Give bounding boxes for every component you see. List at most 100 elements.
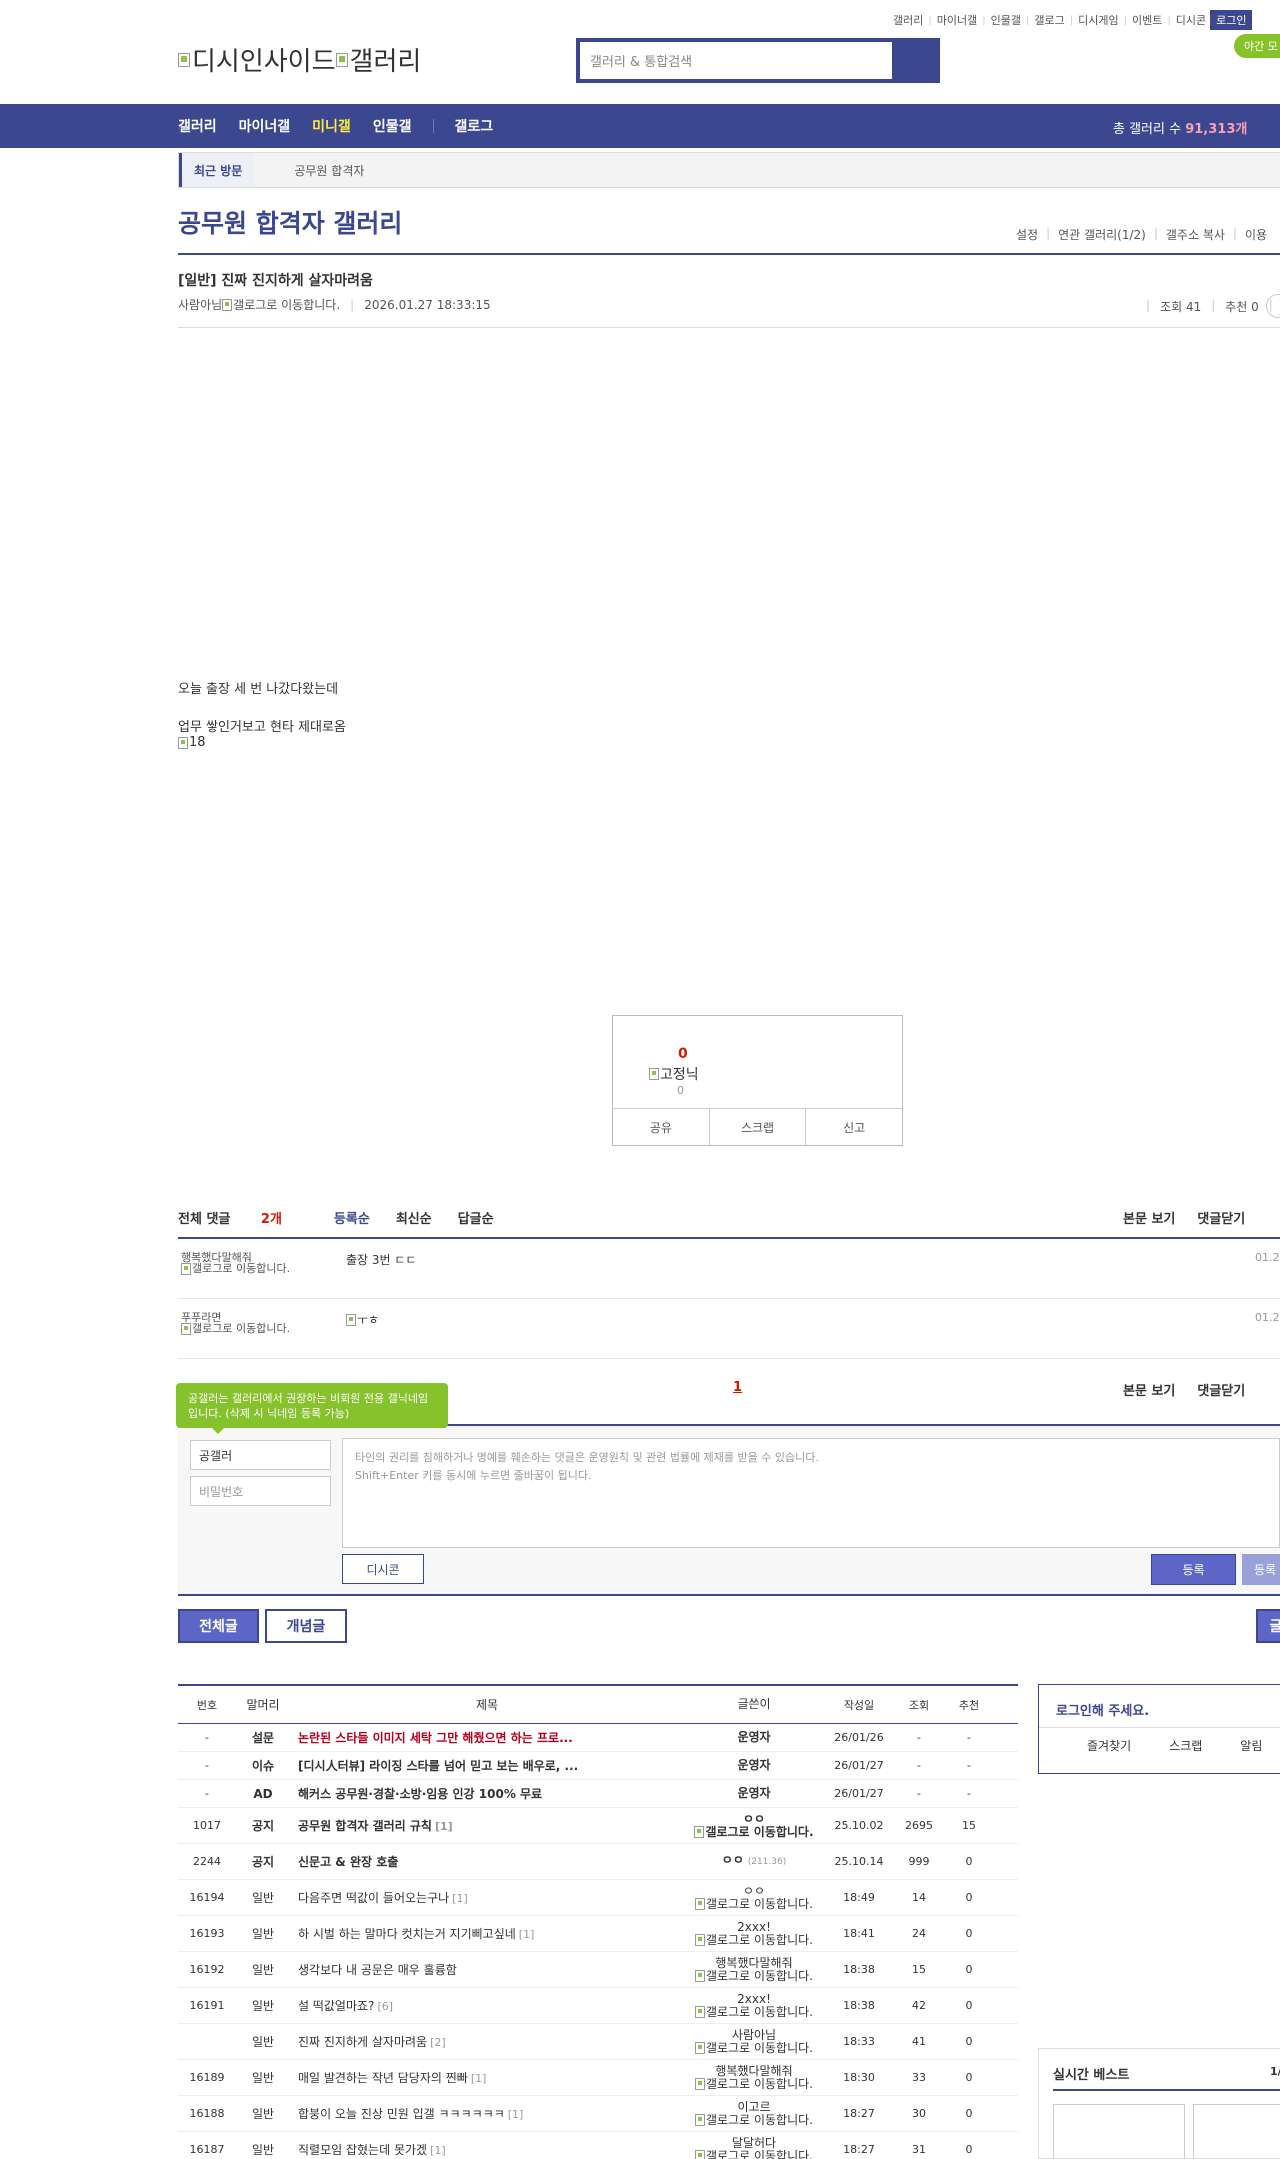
row-comment-count[interactable]: [1] <box>435 1820 453 1833</box>
sort-reply[interactable]: 답글순 <box>458 1208 494 1227</box>
nickname-field[interactable]: 공갤러 <box>190 1440 331 1470</box>
row-writer-gallog[interactable]: 갤로그로 이동합니다. <box>684 1897 824 1911</box>
nav-gallery[interactable]: 갤러리 <box>178 116 217 136</box>
login-button[interactable]: 로그인 <box>1210 10 1253 30</box>
gallery-title[interactable]: 공무원 합격자 갤러리 <box>178 204 402 240</box>
row-comment-count[interactable]: [1] <box>508 2108 524 2121</box>
row-writer[interactable]: ㅇㅇ 갤로그로 이동합니다. <box>684 1812 824 1839</box>
table-row[interactable]: 16193 일반 하 시벌 하는 말마다 컷치는거 지기삐고싶네 [1] 2xxx! 갤로… <box>178 1916 1018 1952</box>
sort-registered[interactable]: 등록순 <box>334 1208 370 1227</box>
row-writer-gallog[interactable]: 갤로그로 이동합니다. <box>684 1969 824 1983</box>
table-row[interactable]: 일반 진짜 진지하게 살자마려움 [2] 사람아님 갤로그로 이동합니다. 18:33 41… <box>178 2024 1018 2060</box>
row-writer[interactable]: 행복했다말해줘 갤로그로 이동합니다. <box>684 1956 824 1983</box>
nav-minor[interactable]: 마이너갤 <box>239 116 291 136</box>
search-button[interactable] <box>892 42 936 79</box>
row-writer-gallog[interactable]: 갤로그로 이동합니다. <box>684 1933 824 1947</box>
top-link-minor[interactable]: 마이너갤 <box>937 12 977 28</box>
scrap-button[interactable]: 스크랩 <box>710 1109 807 1145</box>
night-mode-button[interactable]: 야간 모 <box>1234 34 1280 58</box>
row-title[interactable]: 생각보다 내 공문은 매우 훌륭함 <box>290 1961 684 1978</box>
top-link-person[interactable]: 인물갤 <box>991 12 1021 28</box>
table-row[interactable]: - 설문 논란된 스타들 이미지 세탁 그만 해줬으면 하는 프로... 운영자 26/… <box>178 1724 1018 1752</box>
view-body-button-bottom[interactable]: 본문 보기 <box>1123 1380 1175 1399</box>
row-title[interactable]: 논란된 스타들 이미지 세탁 그만 해줬으면 하는 프로... <box>290 1729 684 1746</box>
tab-concept-posts[interactable]: 개념글 <box>265 1609 347 1643</box>
row-title[interactable]: 진짜 진지하게 살자마려움 [2] <box>290 2033 684 2050</box>
submit-comment-button[interactable]: 등록 <box>1151 1554 1236 1585</box>
share-button[interactable]: 공유 <box>613 1109 710 1145</box>
recent-visit-item[interactable]: 공무원 합격자 <box>294 162 364 179</box>
submit-reply-button[interactable]: 등록 <box>1242 1554 1280 1585</box>
row-writer[interactable]: 운영자 <box>684 1731 824 1744</box>
comment-textarea[interactable]: 타인의 권리를 침해하거나 명예를 훼손하는 댓글은 운영원칙 및 관련 법률에… <box>342 1438 1280 1548</box>
table-row[interactable]: 16187 일반 직렬모임 잡혔는데 못가겠 [1] 달달허다 갤로그로 이동합니다. 18… <box>178 2132 1018 2159</box>
password-field[interactable]: 비밀번호 <box>190 1476 331 1506</box>
table-row[interactable]: 2244 공지 신문고 & 완장 호출 ㅇㅇ (211.36) 25.10.14 999 0 <box>178 1844 1018 1880</box>
fixed-nick-recommend[interactable]: 고정닉 <box>649 1064 699 1084</box>
best-card[interactable] <box>1193 2104 1280 2159</box>
view-body-button[interactable]: 본문 보기 <box>1123 1208 1175 1227</box>
table-row[interactable]: 16194 일반 다음주면 떡값이 들어오는구나 [1] ㅇㅇ 갤로그로 이동합니다. 18… <box>178 1880 1018 1916</box>
row-title[interactable]: 합붕이 오늘 진상 민원 입갤 ㅋㅋㅋㅋㅋㅋ [1] <box>290 2105 684 2122</box>
comment-gallog[interactable]: 갤로그로 이동합니다. <box>181 1322 311 1335</box>
row-title[interactable]: 공무원 합격자 갤러리 규칙 [1] <box>290 1817 684 1834</box>
top-link-gallog[interactable]: 갤로그 <box>1034 12 1064 28</box>
gallery-usage[interactable]: 이용 <box>1245 226 1267 243</box>
comment-gallog[interactable]: 갤로그로 이동합니다. <box>181 1262 311 1275</box>
login-prompt[interactable]: 로그인해 주세요. <box>1056 1700 1149 1719</box>
gallog-icon[interactable] <box>222 298 233 311</box>
row-writer[interactable]: ㅇㅇ (211.36) <box>684 1854 824 1869</box>
close-comments-button-bottom[interactable]: 댓글닫기 <box>1197 1380 1245 1399</box>
top-link-game[interactable]: 디시게임 <box>1078 12 1118 28</box>
best-card[interactable] <box>1053 2104 1185 2159</box>
row-writer[interactable]: 운영자 <box>684 1759 824 1772</box>
row-writer[interactable]: 행복했다말해줘 갤로그로 이동합니다. <box>684 2064 824 2091</box>
table-row[interactable]: 16189 일반 매일 발견하는 작년 담당자의 찐빠 [1] 행복했다말해줘 갤로그로 … <box>178 2060 1018 2096</box>
favorites-link[interactable]: 즐겨찾기 <box>1087 1737 1131 1754</box>
nav-gallog[interactable]: 갤로그 <box>454 116 493 136</box>
row-writer-gallog[interactable]: 갤로그로 이동합니다. <box>684 2041 824 2055</box>
row-comment-count[interactable]: [1] <box>430 2144 446 2157</box>
row-title[interactable]: 신문고 & 완장 호출 <box>290 1853 684 1870</box>
row-comment-count[interactable]: [1] <box>519 1928 535 1941</box>
sort-latest[interactable]: 최신순 <box>396 1208 432 1227</box>
dccon-button[interactable]: 디시콘 <box>342 1554 424 1584</box>
row-writer[interactable]: 이고르 갤로그로 이동합니다. <box>684 2100 824 2127</box>
row-writer-gallog[interactable]: 갤로그로 이동합니다. <box>684 2113 824 2127</box>
row-writer[interactable]: 사람아님 갤로그로 이동합니다. <box>684 2028 824 2055</box>
row-writer[interactable]: 달달허다 갤로그로 이동합니다. <box>684 2136 824 2159</box>
comment-page-1[interactable]: 1 <box>733 1380 742 1395</box>
row-title[interactable]: 설 떡값얼마죠? [6] <box>290 1997 684 2014</box>
row-title[interactable]: 하 시벌 하는 말마다 컷치는거 지기삐고싶네 [1] <box>290 1925 684 1942</box>
top-link-gallery[interactable]: 갤러리 <box>893 12 923 28</box>
site-logo[interactable]: 디시인사이드 갤러리 <box>178 41 421 78</box>
row-writer-gallog[interactable]: 갤로그로 이동합니다. <box>684 2005 824 2019</box>
report-button[interactable]: 신고 <box>806 1109 902 1145</box>
row-comment-count[interactable]: [2] <box>430 2036 446 2049</box>
row-writer[interactable]: ㅇㅇ 갤로그로 이동합니다. <box>684 1884 824 1911</box>
tab-all-posts[interactable]: 전체글 <box>178 1609 259 1643</box>
nav-mini[interactable]: 미니갤 <box>312 116 351 136</box>
row-writer-gallog[interactable]: 갤로그로 이동합니다. <box>684 2149 824 2159</box>
row-writer[interactable]: 2xxx! 갤로그로 이동합니다. <box>684 1920 824 1947</box>
row-comment-count[interactable]: [1] <box>471 2072 487 2085</box>
table-row[interactable]: 1017 공지 공무원 합격자 갤러리 규칙 [1] ㅇㅇ 갤로그로 이동합니다. 25.1… <box>178 1808 1018 1844</box>
write-button[interactable]: 글 <box>1256 1609 1280 1643</box>
row-writer[interactable]: 운영자 <box>684 1787 824 1800</box>
table-row[interactable]: 16188 일반 합붕이 오늘 진상 민원 입갤 ㅋㅋㅋㅋㅋㅋ [1] 이고르 갤로그로 … <box>178 2096 1018 2132</box>
row-title[interactable]: [디시人터뷰] 라이징 스타를 넘어 믿고 보는 배우로, ... <box>290 1757 684 1774</box>
nav-person[interactable]: 인물갤 <box>373 116 412 136</box>
search-input[interactable]: 갤러리 & 통합검색 <box>580 42 892 79</box>
top-link-event[interactable]: 이벤트 <box>1132 12 1162 28</box>
row-writer-gallog[interactable]: 갤로그로 이동합니다. <box>684 2077 824 2091</box>
row-title[interactable]: 해커스 공무원·경찰·소방·임용 인강 100% 무료 <box>290 1785 684 1802</box>
close-comments-button[interactable]: 댓글닫기 <box>1197 1208 1245 1227</box>
table-row[interactable]: 16191 일반 설 떡값얼마죠? [6] 2xxx! 갤로그로 이동합니다. 18:38 4… <box>178 1988 1018 2024</box>
row-title[interactable]: 직렬모임 잡혔는데 못가겠 [1] <box>290 2141 684 2158</box>
row-comment-count[interactable]: [6] <box>377 2000 393 2013</box>
row-title[interactable]: 다음주면 떡값이 들어오는구나 [1] <box>290 1889 684 1906</box>
gallery-settings[interactable]: 설정 <box>1016 226 1038 243</box>
row-title[interactable]: 매일 발견하는 작년 담당자의 찐빠 [1] <box>290 2069 684 2086</box>
row-writer-gallog[interactable]: 갤로그로 이동합니다. <box>684 1825 824 1839</box>
row-writer[interactable]: 2xxx! 갤로그로 이동합니다. <box>684 1992 824 2019</box>
